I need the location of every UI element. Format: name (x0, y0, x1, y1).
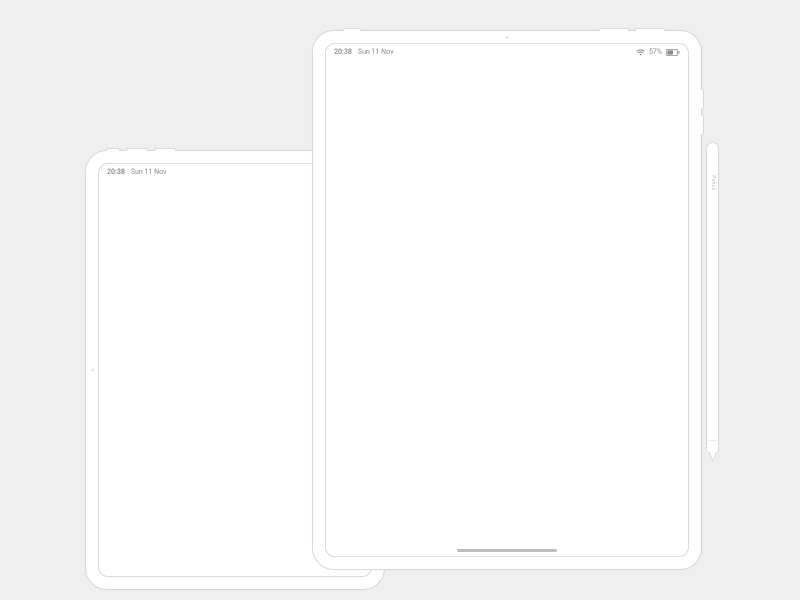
volume-up-button (126, 148, 148, 151)
status-time: 20:38 (334, 48, 352, 56)
pencil-cap (706, 142, 719, 154)
status-date: Sun 11 Nov (358, 48, 394, 56)
pencil-ferrule (706, 440, 719, 452)
front-camera (506, 36, 509, 39)
home-indicator (457, 549, 557, 552)
volume-down-button (599, 28, 629, 31)
volume-up-button (635, 28, 665, 31)
apple-pencil: Pencil (706, 142, 719, 462)
power-button (343, 28, 361, 31)
wifi-icon (636, 49, 645, 56)
ipad-12-screen: 20:38 Sun 11 Nov 57% (325, 43, 689, 557)
pencil-label: Pencil (710, 175, 716, 190)
front-camera (91, 369, 94, 372)
power-button (106, 148, 120, 151)
side-button-2 (701, 115, 704, 135)
battery-icon (666, 49, 680, 56)
status-date: Sun 11 Nov (131, 168, 167, 176)
battery-percent: 57% (649, 48, 662, 56)
side-button-1 (701, 89, 704, 109)
volume-down-button (154, 148, 176, 151)
status-bar: 20:38 Sun 11 Nov 57% (334, 48, 680, 56)
ipad-12-device: 20:38 Sun 11 Nov 57% (312, 30, 702, 570)
status-time: 20:38 (107, 168, 125, 176)
mockup-stage: 20:38 Sun 11 Nov 20:38 Sun 11 Nov (0, 0, 800, 600)
pencil-tip (709, 452, 717, 462)
pencil-body (706, 154, 719, 440)
